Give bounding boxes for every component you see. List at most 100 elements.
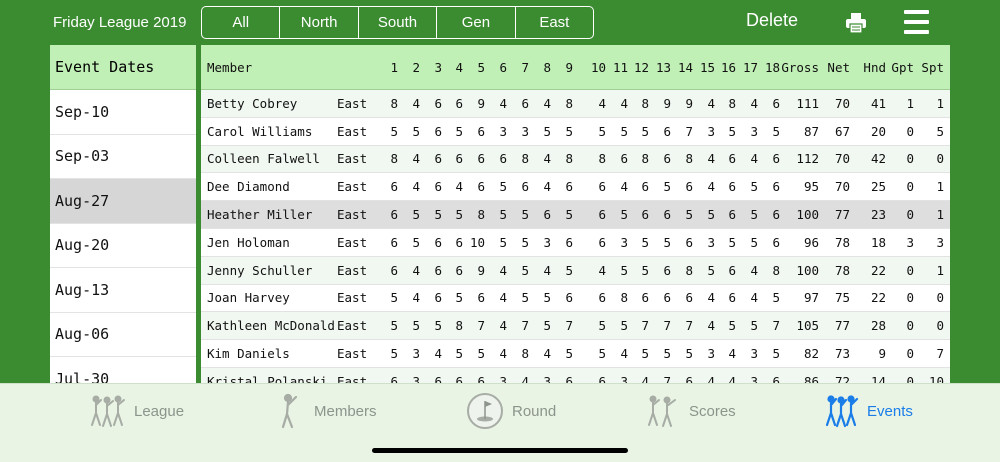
- table-row[interactable]: Kathleen McDonald East 5 5 5 8 7 4 7 5 7 5 5 7 7 7 4 5 5 7 1…: [201, 312, 950, 341]
- hole-score: 5: [772, 123, 780, 139]
- member-name: Betty Cobrey: [207, 95, 298, 111]
- total-value: 73: [834, 346, 850, 362]
- total-value: 0: [936, 290, 944, 306]
- total-value: 75: [834, 290, 850, 306]
- tab-events[interactable]: Events: [823, 394, 913, 428]
- hole-score: 8: [565, 151, 573, 167]
- total-value: 1: [936, 207, 944, 223]
- segment-all[interactable]: All: [202, 7, 281, 38]
- total-value: 7: [936, 346, 944, 362]
- total-value: 77: [834, 318, 850, 334]
- column-header-total: Net: [827, 60, 850, 75]
- member-name: Joan Harvey: [207, 290, 290, 306]
- delete-button[interactable]: Delete: [746, 10, 798, 31]
- table-row[interactable]: Jen Holoman East 6 5 6 6 10 5 5 3 6 6 3 5 5 6 3 5 5 6 96 78 18…: [201, 229, 950, 257]
- segment-south[interactable]: South: [359, 7, 438, 38]
- tab-round-label: Round: [512, 402, 557, 420]
- table-row[interactable]: Heather Miller East 6 5 5 5 8 5 5 6 5 6 5 6 6 5 5 6 5 6 100 7…: [201, 201, 950, 229]
- scores-table: Member 1 2 3 4 5 6 7 8 9 10 11 12 13 14 15 16 17 18 Gross Ne…: [201, 45, 950, 383]
- tab-members[interactable]: Members: [274, 393, 377, 429]
- total-value: 0: [936, 318, 944, 334]
- total-value: 70: [834, 179, 850, 195]
- date-item-selected[interactable]: Aug-27: [50, 179, 196, 224]
- league-title: Friday League 2019: [53, 14, 187, 31]
- golfers-group-icon: [91, 395, 125, 427]
- printer-icon[interactable]: [845, 12, 867, 34]
- hole-score: 6: [565, 373, 573, 383]
- total-value: 41: [870, 95, 886, 111]
- total-value: 0: [936, 151, 944, 167]
- tab-scores-label: Scores: [689, 402, 736, 420]
- total-value: 0: [906, 123, 914, 139]
- total-value: 0: [906, 318, 914, 334]
- table-row[interactable]: Dee Diamond East 6 4 6 4 6 5 6 4 6 6 4 6 5 6 4 6 5 6 95 70 25 0…: [201, 173, 950, 202]
- total-value: 77: [834, 207, 850, 223]
- date-item[interactable]: Aug-06: [50, 313, 196, 357]
- table-row[interactable]: Kristal Polanski East 6 3 6 6 6 3 4 3 6 6 3 4 7 6 4 4 3 6 86…: [201, 367, 950, 383]
- member-division: East: [337, 290, 368, 306]
- total-value: 0: [906, 207, 914, 223]
- total-value: 22: [870, 262, 886, 278]
- segment-north[interactable]: North: [280, 7, 359, 38]
- total-value: 67: [834, 123, 850, 139]
- member-name: Heather Miller: [207, 207, 313, 223]
- segment-gen[interactable]: Gen: [437, 7, 516, 38]
- total-value: 70: [834, 151, 850, 167]
- tab-round[interactable]: Round: [466, 393, 557, 429]
- total-value: 0: [906, 262, 914, 278]
- hamburger-menu-icon[interactable]: [904, 10, 929, 35]
- table-header: Member 1 2 3 4 5 6 7 8 9 10 11 12 13 14 15 16 17 18 Gross Ne…: [201, 45, 950, 90]
- tab-league[interactable]: League: [88, 394, 184, 428]
- total-value: 3: [906, 234, 914, 250]
- total-value: 14: [870, 373, 886, 383]
- date-item[interactable]: Sep-03: [50, 135, 196, 179]
- hole-score: 5: [565, 262, 573, 278]
- hole-score: 6: [772, 373, 780, 383]
- total-value: 0: [906, 290, 914, 306]
- total-value: 0: [906, 179, 914, 195]
- hole-score: 5: [772, 346, 780, 362]
- member-name: Kristal Polanski: [207, 373, 328, 383]
- table-row[interactable]: Colleen Falwell East 8 4 6 6 6 6 8 4 8 8 6 8 6 8 4 6 4 6 112…: [201, 145, 950, 174]
- date-item[interactable]: Jul-30: [50, 357, 196, 383]
- segment-east[interactable]: East: [516, 7, 593, 38]
- hole-score: 6: [772, 151, 780, 167]
- golfer-scores-icon: [648, 395, 676, 427]
- table-row[interactable]: Joan Harvey East 5 4 6 5 6 4 5 5 6 6 8 6 6 6 4 6 4 5 97 75 22 0…: [201, 285, 950, 313]
- total-value: 9: [878, 346, 886, 362]
- member-name: Colleen Falwell: [207, 151, 320, 167]
- hole-score: 6: [565, 290, 573, 306]
- column-header-total: Gross: [781, 60, 819, 75]
- total-value: 82: [803, 346, 819, 362]
- hole-score: 6: [772, 179, 780, 195]
- date-item[interactable]: Sep-10: [50, 90, 196, 135]
- event-dates-header: Event Dates: [50, 45, 196, 90]
- total-value: 1: [936, 262, 944, 278]
- total-value: 78: [834, 262, 850, 278]
- total-value: 111: [796, 95, 819, 111]
- tab-scores[interactable]: Scores: [643, 394, 736, 428]
- column-header-hole: 9: [565, 60, 573, 75]
- total-value: 42: [870, 151, 886, 167]
- table-row[interactable]: Betty Cobrey East 8 4 6 6 9 4 6 4 8 4 4 8 9 9 4 8 4 6 111 70 4…: [201, 90, 950, 118]
- date-item[interactable]: Aug-20: [50, 224, 196, 268]
- member-division: East: [337, 207, 368, 223]
- column-header-total: Spt: [921, 60, 944, 75]
- total-value: 96: [803, 234, 819, 250]
- hole-score: 6: [565, 179, 573, 195]
- total-value: 18: [870, 234, 886, 250]
- table-row[interactable]: Carol Williams East 5 5 6 5 6 3 3 5 5 5 5 5 6 7 3 5 3 5 87 67…: [201, 118, 950, 146]
- member-name: Jenny Schuller: [207, 262, 313, 278]
- hole-score: 5: [565, 346, 573, 362]
- date-item[interactable]: Aug-13: [50, 268, 196, 313]
- total-value: 105: [796, 318, 819, 334]
- column-header-member: Member: [207, 60, 253, 75]
- member-division: East: [337, 262, 368, 278]
- event-dates-panel: Event Dates Sep-10 Sep-03 Aug-27 Aug-20 …: [50, 45, 196, 383]
- tab-members-label: Members: [314, 402, 377, 420]
- member-name: Jen Holoman: [207, 234, 290, 250]
- table-row[interactable]: Kim Daniels East 5 3 4 5 5 4 8 4 5 5 4 5 5 5 3 4 3 5 82 73 9 0 7: [201, 340, 950, 368]
- division-segmented-control[interactable]: All North South Gen East: [201, 6, 594, 39]
- member-division: East: [337, 234, 368, 250]
- table-row[interactable]: Jenny Schuller East 6 4 6 6 9 4 5 4 5 4 5 5 6 8 5 6 4 8 100 7…: [201, 256, 950, 285]
